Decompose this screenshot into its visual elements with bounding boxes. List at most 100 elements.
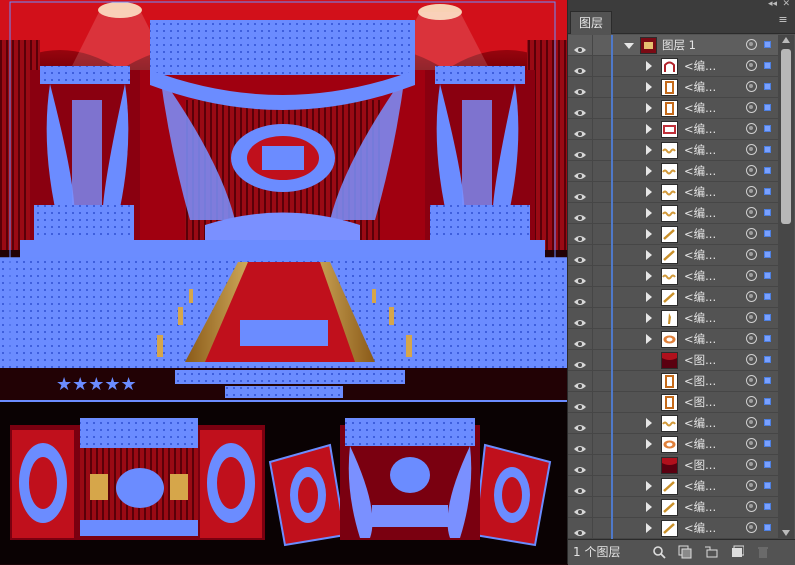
lock-toggle-column[interactable] (592, 518, 593, 539)
layer-name[interactable]: <编... (684, 56, 716, 77)
layer-name[interactable]: <编... (684, 77, 716, 98)
layer-name[interactable]: <图... (684, 350, 716, 371)
expand-triangle-right-icon[interactable] (646, 208, 652, 218)
lock-toggle-column[interactable] (592, 350, 593, 371)
layer-row[interactable]: <编... (568, 77, 778, 98)
target-circle-icon[interactable] (746, 207, 757, 218)
layer-name[interactable]: <图... (684, 371, 716, 392)
layer-name[interactable]: <编... (684, 245, 716, 266)
selection-indicator[interactable] (764, 440, 771, 447)
layer-name[interactable]: <编... (684, 434, 716, 455)
target-circle-icon[interactable] (746, 249, 757, 260)
layer-row[interactable]: <编... (568, 119, 778, 140)
layer-row[interactable]: <编... (568, 203, 778, 224)
visibility-eye-icon[interactable] (574, 481, 586, 494)
expand-triangle-right-icon[interactable] (646, 271, 652, 281)
expand-triangle-right-icon[interactable] (646, 61, 652, 71)
visibility-eye-icon[interactable] (574, 460, 586, 473)
visibility-eye-icon[interactable] (574, 61, 586, 74)
selection-indicator[interactable] (764, 293, 771, 300)
lock-toggle-column[interactable] (592, 245, 593, 266)
lock-toggle-column[interactable] (592, 182, 593, 203)
expand-triangle-right-icon[interactable] (646, 103, 652, 113)
selection-indicator[interactable] (764, 104, 771, 111)
lock-toggle-column[interactable] (592, 476, 593, 497)
target-circle-icon[interactable] (746, 396, 757, 407)
clip-mask-icon[interactable] (678, 545, 692, 559)
selection-indicator[interactable] (764, 461, 771, 468)
lock-toggle-column[interactable] (592, 98, 593, 119)
visibility-eye-icon[interactable] (574, 334, 586, 347)
layer-row[interactable]: <图... (568, 392, 778, 413)
target-circle-icon[interactable] (746, 186, 757, 197)
selection-indicator[interactable] (764, 41, 771, 48)
layer-row[interactable]: <编... (568, 56, 778, 77)
lock-toggle-column[interactable] (592, 392, 593, 413)
visibility-eye-icon[interactable] (574, 40, 586, 53)
layer-name[interactable]: <编... (684, 413, 716, 434)
layer-row[interactable]: <编... (568, 308, 778, 329)
layer-name[interactable]: 图层 1 (662, 35, 696, 56)
lock-toggle-column[interactable] (592, 308, 593, 329)
layer-name[interactable]: <编... (684, 287, 716, 308)
artboard-canvas[interactable]: ★★★★★ (0, 0, 567, 564)
selection-indicator[interactable] (764, 167, 771, 174)
lock-toggle-column[interactable] (592, 266, 593, 287)
expand-triangle-right-icon[interactable] (646, 502, 652, 512)
target-circle-icon[interactable] (746, 417, 757, 428)
target-circle-icon[interactable] (746, 102, 757, 113)
layer-row[interactable]: <编... (568, 224, 778, 245)
layer-name[interactable]: <编... (684, 266, 716, 287)
layer-row[interactable]: <编... (568, 434, 778, 455)
delete-icon[interactable] (756, 545, 770, 559)
layer-row[interactable]: <编... (568, 140, 778, 161)
visibility-eye-icon[interactable] (574, 502, 586, 515)
layer-row[interactable]: <编... (568, 245, 778, 266)
layer-row[interactable]: <编... (568, 266, 778, 287)
expand-triangle-right-icon[interactable] (646, 418, 652, 428)
target-circle-icon[interactable] (746, 438, 757, 449)
expand-triangle-right-icon[interactable] (646, 523, 652, 533)
layer-list-scrollbar[interactable] (778, 35, 794, 539)
expand-triangle-right-icon[interactable] (646, 166, 652, 176)
expand-triangle-right-icon[interactable] (646, 187, 652, 197)
selection-indicator[interactable] (764, 146, 771, 153)
visibility-eye-icon[interactable] (574, 292, 586, 305)
panel-menu-icon[interactable]: ≡ (777, 14, 789, 26)
visibility-eye-icon[interactable] (574, 103, 586, 116)
lock-toggle-column[interactable] (592, 434, 593, 455)
expand-triangle-right-icon[interactable] (646, 229, 652, 239)
layer-row[interactable]: <图... (568, 371, 778, 392)
target-circle-icon[interactable] (746, 522, 757, 533)
target-circle-icon[interactable] (746, 480, 757, 491)
target-circle-icon[interactable] (746, 165, 757, 176)
layer-row[interactable]: <编... (568, 329, 778, 350)
selection-indicator[interactable] (764, 314, 771, 321)
lock-toggle-column[interactable] (592, 35, 593, 56)
layer-row[interactable]: <图... (568, 350, 778, 371)
layer-row-parent[interactable]: 图层 1 (568, 35, 778, 56)
selection-indicator[interactable] (764, 83, 771, 90)
layer-name[interactable]: <编... (684, 497, 716, 518)
visibility-eye-icon[interactable] (574, 124, 586, 137)
target-circle-icon[interactable] (746, 270, 757, 281)
layer-name[interactable]: <编... (684, 518, 716, 539)
layer-name[interactable]: <图... (684, 455, 716, 476)
target-circle-icon[interactable] (746, 144, 757, 155)
layer-row[interactable]: <编... (568, 182, 778, 203)
visibility-eye-icon[interactable] (574, 208, 586, 221)
layer-row[interactable]: <编... (568, 287, 778, 308)
expand-triangle-right-icon[interactable] (646, 250, 652, 260)
tab-layers[interactable]: 图层 (570, 11, 613, 34)
visibility-eye-icon[interactable] (574, 145, 586, 158)
expand-triangle-right-icon[interactable] (646, 82, 652, 92)
selection-indicator[interactable] (764, 125, 771, 132)
lock-toggle-column[interactable] (592, 287, 593, 308)
visibility-eye-icon[interactable] (574, 271, 586, 284)
layer-name[interactable]: <编... (684, 161, 716, 182)
lock-toggle-column[interactable] (592, 56, 593, 77)
selection-indicator[interactable] (764, 230, 771, 237)
selection-indicator[interactable] (764, 398, 771, 405)
selection-indicator[interactable] (764, 356, 771, 363)
lock-toggle-column[interactable] (592, 77, 593, 98)
